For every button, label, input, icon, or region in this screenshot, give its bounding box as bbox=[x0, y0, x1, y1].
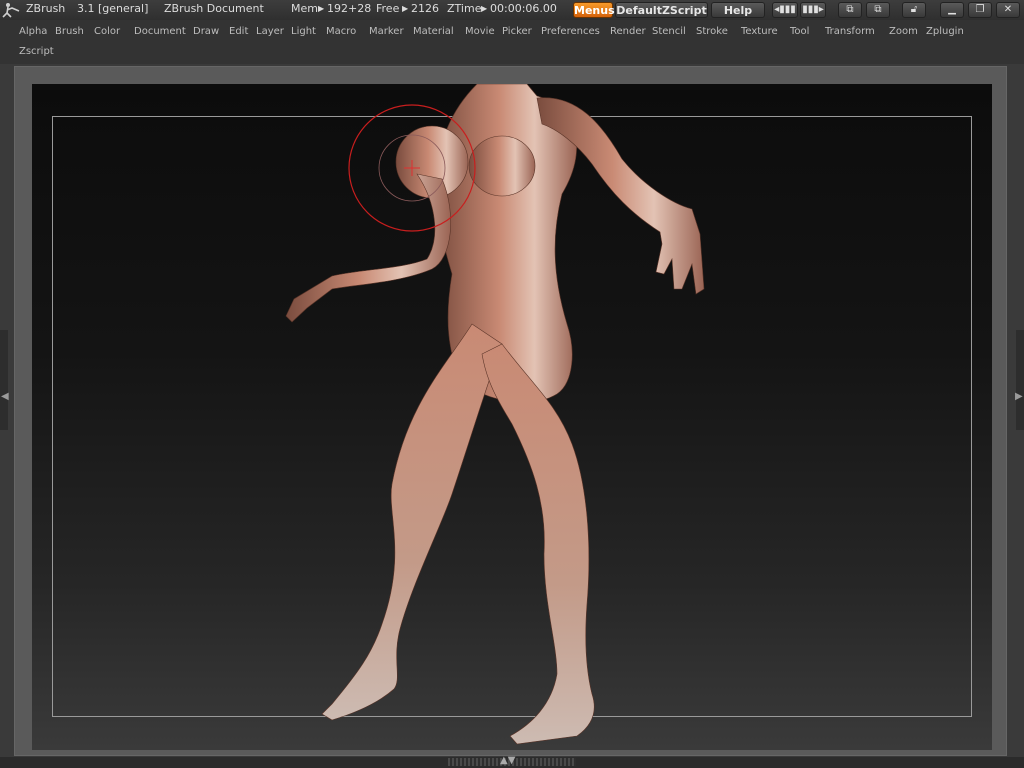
menu-stroke[interactable]: Stroke bbox=[696, 26, 728, 37]
app-name: ZBrush bbox=[26, 2, 66, 15]
zbrush-logo-icon[interactable] bbox=[2, 2, 20, 18]
menu-edit[interactable]: Edit bbox=[229, 26, 248, 37]
menu-material[interactable]: Material bbox=[413, 26, 454, 37]
menu-light[interactable]: Light bbox=[291, 26, 316, 37]
menu-marker[interactable]: Marker bbox=[369, 26, 404, 37]
help-button[interactable]: Help bbox=[711, 2, 765, 18]
layout-next-icon[interactable]: ▮▮▮▸ bbox=[800, 2, 826, 18]
menu-movie[interactable]: Movie bbox=[465, 26, 495, 37]
menu-preferences[interactable]: Preferences bbox=[541, 26, 600, 37]
right-tray-handle[interactable] bbox=[1016, 330, 1024, 430]
restore-icon[interactable]: ❐ bbox=[968, 2, 992, 18]
menu-tool[interactable]: Tool bbox=[790, 26, 809, 37]
mem-value: 192+28 bbox=[327, 2, 372, 15]
right-tray-arrow-icon[interactable]: ▶ bbox=[1015, 391, 1023, 402]
menu-zscript[interactable]: Zscript bbox=[19, 46, 54, 57]
lock-icon[interactable]: 🔓︎ bbox=[902, 2, 926, 18]
menu-draw[interactable]: Draw bbox=[193, 26, 219, 37]
title-bar: ZBrush 3.1 [general] ZBrush Document Mem… bbox=[0, 0, 1024, 20]
menu-zplugin[interactable]: Zplugin bbox=[926, 26, 964, 37]
menu-render[interactable]: Render bbox=[610, 26, 646, 37]
menus-button[interactable]: Menus bbox=[573, 2, 615, 18]
window-tile-icon[interactable]: ⧉ bbox=[838, 2, 862, 18]
window-cascade-icon[interactable]: ⧉ bbox=[866, 2, 890, 18]
document-title: ZBrush Document bbox=[164, 2, 264, 15]
mem-label: Mem bbox=[291, 2, 318, 15]
menu-zoom[interactable]: Zoom bbox=[889, 26, 918, 37]
ztime-value: 00:00:06.00 bbox=[490, 2, 557, 15]
ztime-label: ZTime bbox=[447, 2, 482, 15]
menu-color[interactable]: Color bbox=[94, 26, 120, 37]
left-tray-arrow-icon[interactable]: ◀ bbox=[1, 391, 9, 402]
free-value: 2126 bbox=[411, 2, 439, 15]
close-icon[interactable]: ✕ bbox=[996, 2, 1020, 18]
menu-layer[interactable]: Layer bbox=[256, 26, 284, 37]
brush-cursor bbox=[348, 104, 476, 232]
app-version: 3.1 [general] bbox=[77, 2, 149, 15]
menu-bar: Alpha Brush Color Document Draw Edit Lay… bbox=[0, 20, 1024, 64]
free-arrow-icon: ▶ bbox=[402, 4, 409, 13]
free-label: Free bbox=[376, 2, 400, 15]
menu-document[interactable]: Document bbox=[134, 26, 186, 37]
menu-stencil[interactable]: Stencil bbox=[652, 26, 686, 37]
menu-texture[interactable]: Texture bbox=[741, 26, 778, 37]
menu-macro[interactable]: Macro bbox=[326, 26, 356, 37]
menu-alpha[interactable]: Alpha bbox=[19, 26, 47, 37]
brush-crosshair-icon bbox=[404, 160, 420, 176]
minimize-icon[interactable]: ▁ bbox=[940, 2, 964, 18]
menu-picker[interactable]: Picker bbox=[502, 26, 532, 37]
document-canvas[interactable] bbox=[32, 84, 992, 750]
menu-transform[interactable]: Transform bbox=[825, 26, 875, 37]
default-zscript-button[interactable]: DefaultZScript bbox=[615, 2, 708, 18]
layout-prev-icon[interactable]: ◂▮▮▮ bbox=[772, 2, 798, 18]
menu-brush[interactable]: Brush bbox=[55, 26, 84, 37]
bottom-tray-arrow-icon[interactable]: ▲▼ bbox=[500, 755, 515, 766]
ztime-arrow-icon: ▶ bbox=[481, 4, 488, 13]
left-tray-handle[interactable] bbox=[0, 330, 8, 430]
mem-arrow-icon: ▶ bbox=[318, 4, 325, 13]
